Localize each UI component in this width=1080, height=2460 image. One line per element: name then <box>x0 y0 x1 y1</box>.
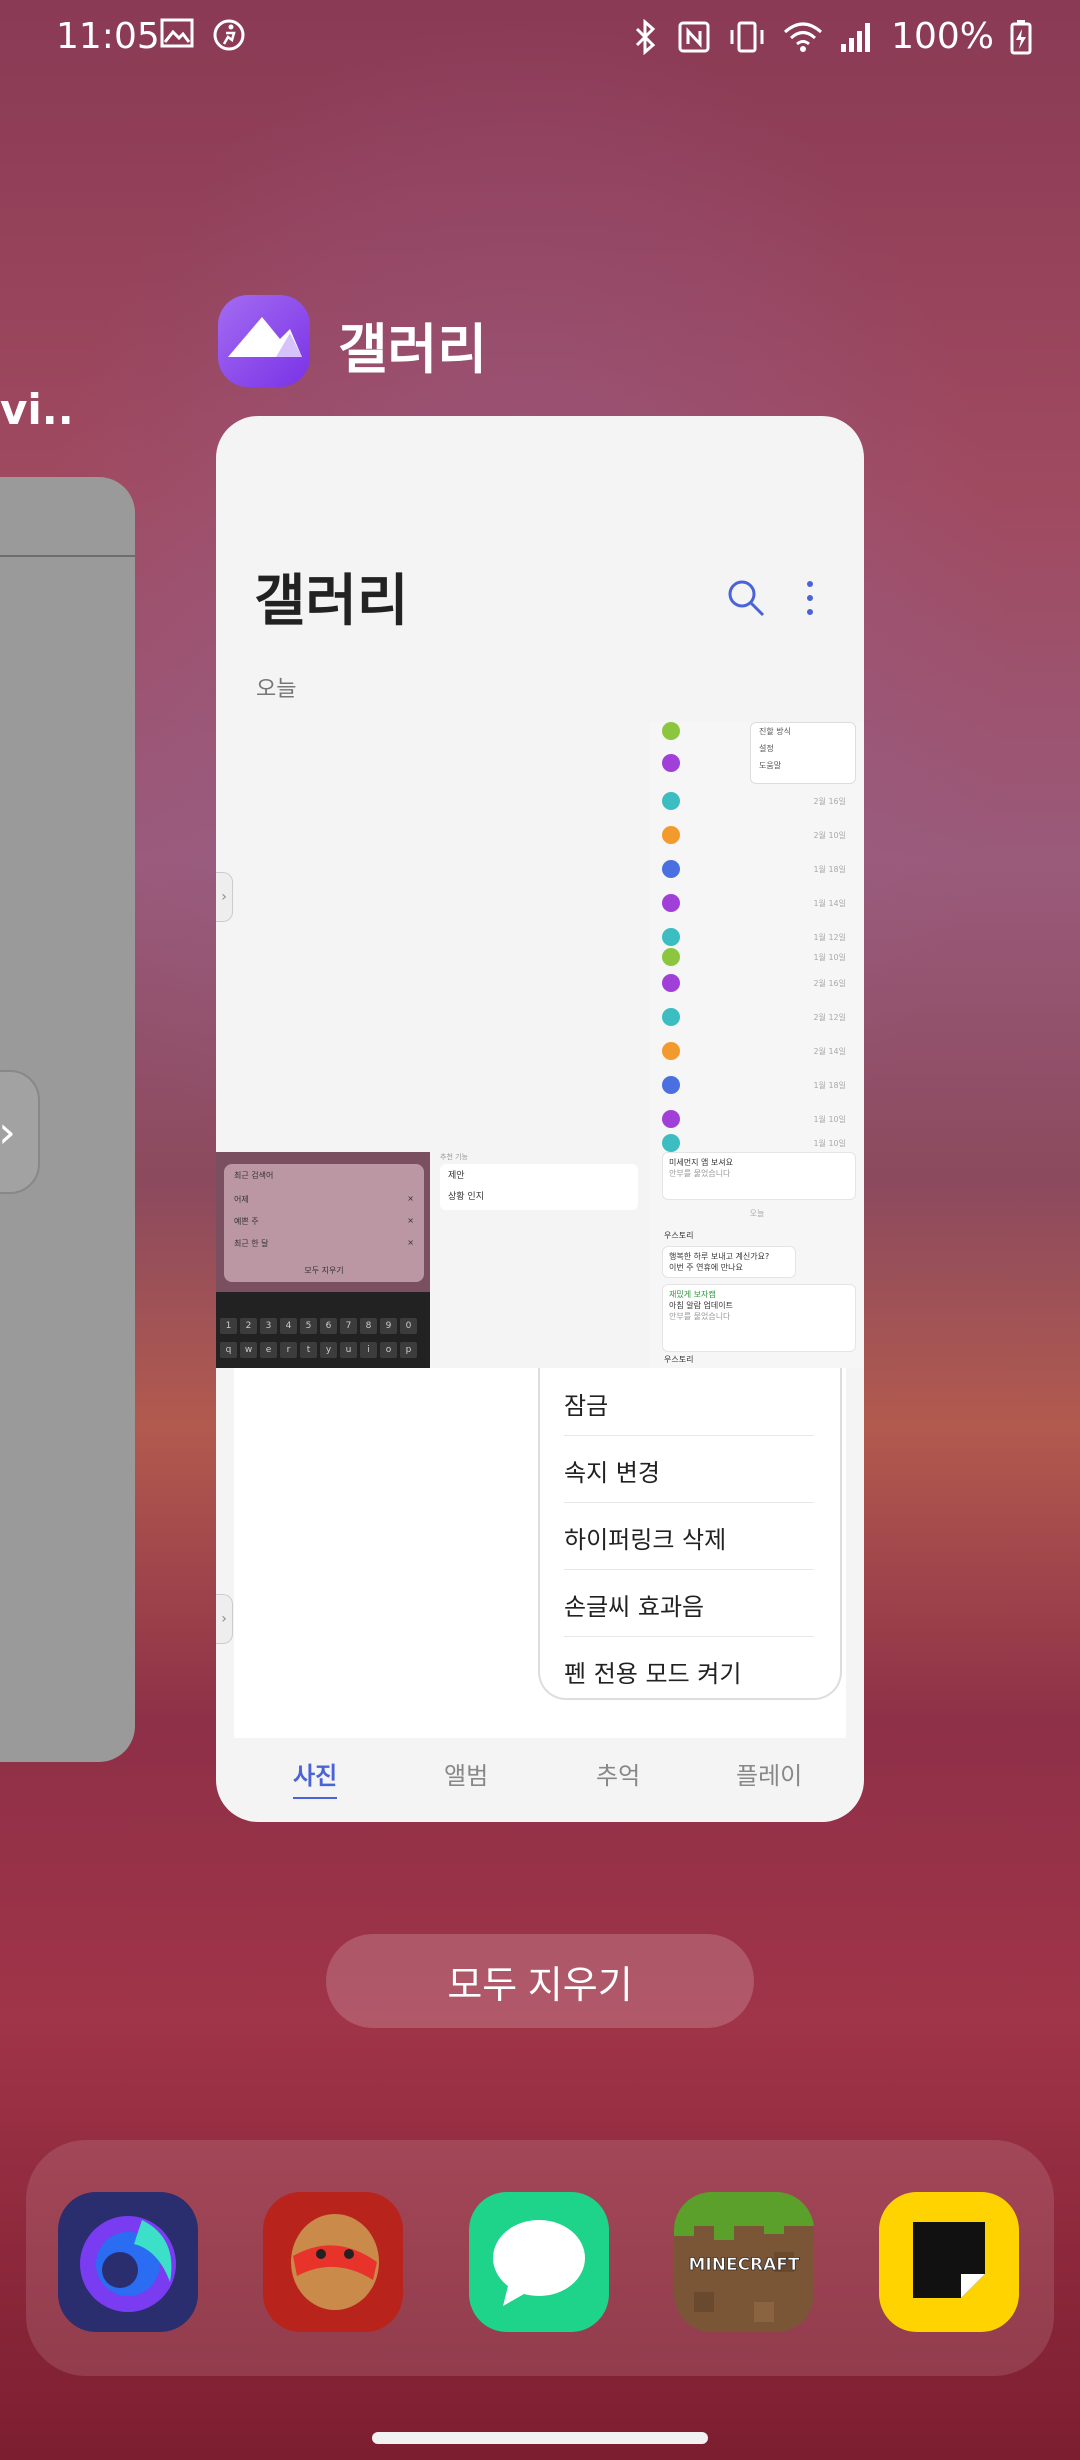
list-item: 1월 14일 <box>662 894 852 912</box>
thumbnail-suggestions[interactable]: 추천 기능 제안 상황 인지 <box>430 1152 650 1368</box>
list-item: 2월 16일 <box>662 974 852 992</box>
app-name: 갤러리 <box>338 318 488 381</box>
tab-memories[interactable]: 추억 <box>596 1756 640 1791</box>
menu-item: 펜 전용 모드 켜기 <box>564 1660 742 1688</box>
activity-icon <box>213 19 245 51</box>
gallery-notification-icon <box>160 18 194 48</box>
status-bar: 11:05 100% <box>0 0 1080 80</box>
thumbnail-menu[interactable]: 잠금 속지 변경 하이퍼링크 삭제 손글씨 효과음 펜 전용 모드 켜기 <box>234 1368 846 1738</box>
thumbnail-recent-search[interactable]: 최근 검색어 어제 × 예쁜 주 × 최근 한 달 × 모두 지우기 12345678… <box>216 1152 430 1368</box>
signal-icon <box>841 22 871 52</box>
recent-search-box: 최근 검색어 어제 × 예쁜 주 × 최근 한 달 × 모두 지우기 <box>224 1164 424 1282</box>
thumbnail-chat-messages[interactable]: 미세먼지 앱 보셔요 안부를 물었습니다 오늘 우스토리 행복한 하루 보내고 … <box>650 1152 864 1368</box>
gallery-app-icon[interactable] <box>218 295 310 387</box>
card-edge-handle[interactable]: › <box>216 872 233 922</box>
menu-item: 하이퍼링크 삭제 <box>564 1502 814 1570</box>
tab-play[interactable]: 플레이 <box>736 1756 802 1791</box>
clear-all-button[interactable]: 모두 지우기 <box>326 1934 754 2028</box>
list-item: 1월 10일 <box>662 1110 852 1128</box>
memo-icon[interactable] <box>879 2192 1019 2332</box>
left-app-edge-handle[interactable]: › <box>0 1070 40 1194</box>
gesture-nav-bar[interactable] <box>372 2432 708 2444</box>
list-item: 2월 14일 <box>662 1042 852 1060</box>
chevron-right-icon: › <box>0 1107 16 1158</box>
card-edge-handle[interactable]: › <box>216 1594 233 1644</box>
list-item: 1월 18일 <box>662 860 852 878</box>
thumbnail-chat-list[interactable]: 진할 방식 설정 도움말 2월 16일 2월 10일 1월 18일 1월 14일… <box>650 722 864 1152</box>
section-label-today: 오늘 <box>256 677 297 702</box>
menu-item: 속지 변경 <box>564 1435 814 1503</box>
bottom-tab-bar: 사진 앨범 추억 플레이 <box>216 1756 864 1806</box>
messages-icon[interactable] <box>469 2192 609 2332</box>
search-icon[interactable] <box>724 576 768 620</box>
tab-albums[interactable]: 앨범 <box>444 1756 488 1791</box>
battery-charging-icon <box>1010 19 1032 54</box>
context-menu: 잠금 속지 변경 하이퍼링크 삭제 손글씨 효과음 펜 전용 모드 켜기 <box>538 1368 842 1700</box>
firefox-focus-icon[interactable] <box>58 2192 198 2332</box>
svg-text:MINECRAFT: MINECRAFT <box>688 2255 799 2275</box>
app-dock: MINECRAFT <box>26 2140 1054 2376</box>
nfc-icon <box>678 21 710 52</box>
bluetooth-icon <box>636 18 656 55</box>
list-item: 1월 12일 <box>662 928 852 946</box>
page-title: 갤러리 <box>254 569 409 634</box>
more-options-icon[interactable] <box>802 578 818 618</box>
keyboard: 1234567890 qwertyuiop <box>216 1292 430 1368</box>
list-item <box>662 722 852 740</box>
menu-item: 손글씨 효과음 <box>564 1569 814 1637</box>
gallery-preview-card[interactable]: 갤러리 오늘 진할 방식 설정 도움말 2월 16일 2월 10일 1월 18일… <box>216 416 864 1822</box>
tab-photos[interactable]: 사진 <box>293 1756 338 1799</box>
menu-item: 잠금 <box>564 1368 814 1436</box>
left-app-label: vi.. <box>0 385 74 434</box>
battery-percent: 100% <box>891 16 994 57</box>
cookie-run-icon[interactable] <box>263 2192 403 2332</box>
list-item: 2월 10일 <box>662 826 852 844</box>
status-time: 11:05 <box>56 16 160 57</box>
minecraft-icon[interactable]: MINECRAFT <box>674 2192 814 2332</box>
list-item: 1월 10일 <box>662 1134 852 1152</box>
list-item: 2월 12일 <box>662 1008 852 1026</box>
vibrate-icon <box>730 21 764 52</box>
list-item: 2월 16일 <box>662 792 852 810</box>
list-item: 1월 18일 <box>662 1076 852 1094</box>
wifi-icon <box>784 22 823 52</box>
list-item <box>662 754 852 772</box>
list-item: 1월 10일 <box>662 948 852 966</box>
